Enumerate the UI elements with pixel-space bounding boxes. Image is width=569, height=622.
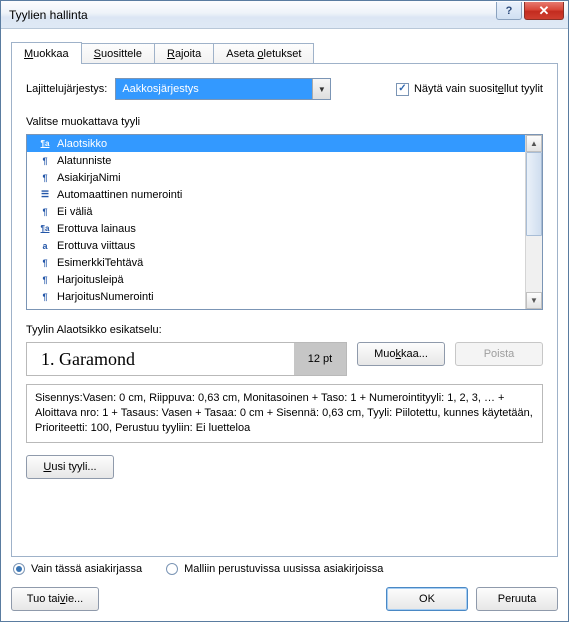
sort-value: Aakkosjärjestys: [116, 79, 312, 99]
ok-button[interactable]: OK: [386, 587, 468, 611]
list-icon: [39, 189, 51, 201]
radio-this-document-label: Vain tässä asiakirjassa: [31, 563, 142, 575]
radio-icon: [13, 563, 25, 575]
description-box: Sisennys:Vasen: 0 cm, Riippuva: 0,63 cm,…: [26, 384, 543, 443]
list-item[interactable]: AsiakirjaNimi: [27, 169, 525, 186]
dialog-window: Tyylien hallinta ? ✕ Muokkaa Suosittele …: [0, 0, 569, 622]
list-item[interactable]: EsimerkkiTehtävä: [27, 254, 525, 271]
sort-label: Lajittelujärjestys:: [26, 83, 107, 95]
list-item[interactable]: Erottuva lainaus: [27, 220, 525, 237]
delete-button: Poista: [455, 342, 543, 366]
scrollbar[interactable]: ▲ ▼: [525, 135, 542, 309]
preview-box: 1. Garamond 12 pt: [26, 342, 347, 376]
list-item-label: EsimerkkiTehtävä: [57, 257, 143, 269]
sort-combo[interactable]: Aakkosjärjestys ▼: [115, 78, 331, 100]
cancel-button[interactable]: Peruuta: [476, 587, 558, 611]
scroll-down-icon[interactable]: ▼: [526, 292, 542, 309]
char-icon: [39, 240, 51, 252]
tab-recommend[interactable]: Suosittele: [81, 43, 155, 64]
tab-panel: Lajittelujärjestys: Aakkosjärjestys ▼ ✓ …: [11, 63, 558, 557]
preview-sample: 1. Garamond: [27, 349, 294, 370]
list-item[interactable]: Erottuva viittaus: [27, 237, 525, 254]
style-listbox-items: Alaotsikko Alatunniste AsiakirjaNimi Automa…: [27, 135, 525, 309]
modify-button[interactable]: Muokkaa...: [357, 342, 445, 366]
check-icon: ✓: [396, 83, 409, 96]
preview-label: Tyylin Alaotsikko esikatselu:: [26, 324, 543, 336]
close-button[interactable]: ✕: [524, 2, 564, 20]
radio-template-documents-label: Malliin perustuvissa uusissa asiakirjois…: [184, 563, 383, 575]
list-item[interactable]: Alatunniste: [27, 152, 525, 169]
scope-radios: Vain tässä asiakirjassa Malliin perustuv…: [11, 557, 558, 585]
para-icon: [39, 155, 51, 167]
content-area: Muokkaa Suosittele Rajoita Aseta oletuks…: [1, 29, 568, 621]
para-icon: [39, 172, 51, 184]
sort-combo-dropdown[interactable]: ▼: [312, 79, 330, 99]
preview-size: 12 pt: [294, 343, 346, 375]
titlebar-buttons: ? ✕: [496, 2, 564, 20]
list-item-label: Alaotsikko: [57, 138, 107, 150]
show-recommended-label: Näytä vain suositellut tyylit: [414, 83, 543, 95]
sort-row: Lajittelujärjestys: Aakkosjärjestys ▼ ✓ …: [26, 78, 543, 100]
tab-edit[interactable]: Muokkaa: [11, 42, 82, 64]
list-item-label: Alatunniste: [57, 155, 111, 167]
scroll-track[interactable]: [526, 152, 542, 292]
tabstrip: Muokkaa Suosittele Rajoita Aseta oletuks…: [11, 37, 558, 63]
style-listbox[interactable]: Alaotsikko Alatunniste AsiakirjaNimi Automa…: [26, 134, 543, 310]
list-item[interactable]: Harjoitusleipä: [27, 271, 525, 288]
para-icon: [39, 257, 51, 269]
list-item-label: HarjoitusNumerointi: [57, 291, 154, 303]
list-item[interactable]: Ei väliä: [27, 203, 525, 220]
upara-icon: [39, 138, 51, 150]
radio-template-documents[interactable]: Malliin perustuvissa uusissa asiakirjois…: [166, 563, 383, 575]
preview-row: 1. Garamond 12 pt Muokkaa... Poista: [26, 342, 543, 376]
tab-defaults[interactable]: Aseta oletukset: [213, 43, 314, 64]
radio-this-document[interactable]: Vain tässä asiakirjassa: [13, 563, 142, 575]
import-export-button[interactable]: Tuo tai vie...: [11, 587, 99, 611]
scroll-up-icon[interactable]: ▲: [526, 135, 542, 152]
para-icon: [39, 206, 51, 218]
para-icon: [39, 274, 51, 286]
titlebar: Tyylien hallinta ? ✕: [1, 1, 568, 29]
list-item-label: Erottuva viittaus: [57, 240, 135, 252]
list-item[interactable]: Automaattinen numerointi: [27, 186, 525, 203]
list-item-label: Ei väliä: [57, 206, 92, 218]
footer: Tuo tai vie... OK Peruuta: [11, 587, 558, 611]
scroll-thumb[interactable]: [526, 152, 542, 236]
show-recommended-checkbox[interactable]: ✓ Näytä vain suositellut tyylit: [396, 83, 543, 96]
help-button[interactable]: ?: [496, 2, 522, 20]
list-item[interactable]: Alaotsikko: [27, 135, 525, 152]
list-item-label: Automaattinen numerointi: [57, 189, 182, 201]
list-item[interactable]: HarjoitusNumerointi: [27, 288, 525, 305]
list-item-label: Harjoitusleipä: [57, 274, 124, 286]
window-title: Tyylien hallinta: [9, 8, 88, 22]
para-icon: [39, 291, 51, 303]
list-item-label: AsiakirjaNimi: [57, 172, 121, 184]
tab-restrict[interactable]: Rajoita: [154, 43, 214, 64]
list-item-label: Erottuva lainaus: [57, 223, 136, 235]
new-style-button[interactable]: Uusi tyyli...: [26, 455, 114, 479]
radio-icon: [166, 563, 178, 575]
list-label: Valitse muokattava tyyli: [26, 116, 543, 128]
upara-icon: [39, 223, 51, 235]
